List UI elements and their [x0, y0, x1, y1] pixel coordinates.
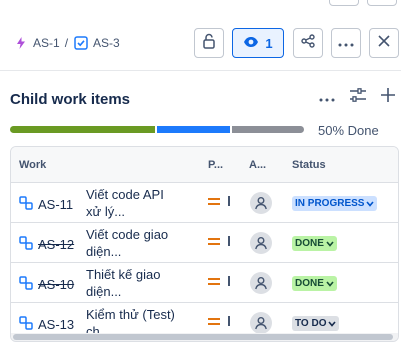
column-header-assignee[interactable]: A...: [249, 159, 266, 171]
work-item-key: AS-10: [38, 277, 75, 292]
work-item-key-link[interactable]: AS-13: [19, 316, 74, 333]
work-item-summary[interactable]: Viết code API xử lý...: [86, 186, 176, 220]
priority-truncation-marker: [228, 236, 230, 246]
priority-truncation-marker: [228, 316, 230, 326]
subtask-icon: [19, 236, 33, 253]
work-item-key: AS-11: [38, 197, 74, 212]
priority-medium-icon: [208, 197, 220, 205]
work-item-key-link[interactable]: AS-11: [19, 196, 73, 213]
breadcrumb-current[interactable]: AS-3: [74, 36, 120, 50]
more-actions-button[interactable]: [331, 28, 361, 58]
progress-segment-done: [10, 126, 155, 133]
assignee-avatar[interactable]: [250, 312, 272, 334]
eye-icon: [243, 36, 259, 51]
horizontal-scrollbar[interactable]: [11, 333, 398, 341]
status-label: DONE: [295, 278, 324, 289]
priority-medium[interactable]: [208, 236, 230, 246]
assignee-avatar[interactable]: [250, 232, 272, 254]
work-item-summary[interactable]: Thiết kế giao diện...: [86, 266, 176, 300]
add-child-button[interactable]: [381, 88, 395, 107]
scrollbar-thumb[interactable]: [13, 334, 393, 340]
close-icon: [378, 34, 390, 52]
chevron-down-icon: [366, 200, 375, 207]
assignee-avatar[interactable]: [250, 192, 272, 214]
unlock-icon: [202, 33, 216, 54]
watch-count: 1: [265, 35, 273, 51]
progress-segment-todo: [231, 126, 304, 133]
task-check-icon: [74, 36, 88, 50]
breadcrumb: AS-1 / AS-3: [14, 36, 120, 50]
status-lozenge[interactable]: IN PROGRESS: [292, 196, 378, 211]
progress-label: 50% Done: [318, 123, 379, 138]
work-item-summary[interactable]: Viết code giao diện...: [86, 226, 176, 260]
assignee-avatar[interactable]: [250, 272, 272, 294]
more-icon: [338, 34, 354, 52]
priority-truncation-marker: [228, 196, 230, 206]
status-lozenge[interactable]: DONE: [292, 236, 337, 251]
priority-medium-icon: [208, 277, 220, 285]
user-icon: [255, 277, 267, 290]
close-button[interactable]: [369, 28, 399, 58]
child-items-table: Work P... A... Status AS-11 Viết code AP…: [10, 146, 399, 342]
section-actions: [319, 88, 395, 107]
lock-button[interactable]: [194, 28, 224, 58]
header-divider: [0, 70, 401, 71]
status-label: TO DO: [295, 318, 327, 329]
subtask-icon: [19, 196, 33, 213]
breadcrumb-parent-key: AS-1: [33, 36, 60, 50]
status-lozenge[interactable]: DONE: [292, 276, 337, 291]
priority-truncation-marker: [228, 276, 230, 286]
breadcrumb-separator: /: [64, 36, 69, 50]
sliders-icon: [350, 88, 366, 102]
progress-segment-in-progress: [157, 126, 230, 133]
issue-header: AS-1 / AS-3 1: [0, 28, 401, 62]
status-label: IN PROGRESS: [295, 198, 365, 209]
progress-bar: [10, 126, 304, 133]
user-icon: [255, 197, 267, 210]
section-title: Child work items: [10, 91, 131, 108]
table-row[interactable]: AS-11 Viết code API xử lý... IN PROGRESS: [11, 183, 398, 223]
work-item-key: AS-13: [38, 317, 75, 332]
work-item-key-link[interactable]: AS-12: [19, 236, 74, 253]
more-icon: [319, 98, 335, 101]
breadcrumb-current-key: AS-3: [93, 36, 120, 50]
share-icon: [301, 33, 315, 53]
priority-medium[interactable]: [208, 276, 230, 286]
plus-icon: [381, 88, 395, 102]
subtask-icon: [14, 36, 28, 50]
watch-button[interactable]: 1: [232, 28, 284, 58]
user-icon: [255, 237, 267, 250]
subtask-icon: [19, 276, 33, 293]
column-header-priority[interactable]: P...: [208, 159, 223, 171]
clipped-button-right[interactable]: [367, 0, 397, 6]
share-button[interactable]: [293, 28, 323, 58]
chevron-down-icon: [328, 320, 337, 327]
clipped-button-left[interactable]: [329, 0, 359, 6]
user-icon: [255, 317, 267, 330]
priority-medium[interactable]: [208, 196, 230, 206]
status-lozenge[interactable]: TO DO: [292, 316, 340, 331]
priority-medium-icon: [208, 317, 220, 325]
column-header-status[interactable]: Status: [292, 159, 326, 171]
section-more-button[interactable]: [319, 89, 335, 107]
subtask-icon: [19, 316, 33, 333]
priority-medium[interactable]: [208, 316, 230, 326]
work-item-key-link[interactable]: AS-10: [19, 276, 74, 293]
priority-medium-icon: [208, 237, 220, 245]
chevron-down-icon: [326, 240, 334, 247]
column-header-work[interactable]: Work: [19, 159, 46, 171]
table-header: Work P... A... Status: [11, 147, 398, 183]
work-item-key: AS-12: [38, 237, 75, 252]
chevron-down-icon: [326, 280, 334, 287]
table-row[interactable]: AS-10 Thiết kế giao diện... DONE: [11, 263, 398, 303]
table-row[interactable]: AS-12 Viết code giao diện... DONE: [11, 223, 398, 263]
status-label: DONE: [295, 238, 324, 249]
configure-columns-button[interactable]: [349, 88, 367, 107]
breadcrumb-parent[interactable]: AS-1: [14, 36, 60, 50]
